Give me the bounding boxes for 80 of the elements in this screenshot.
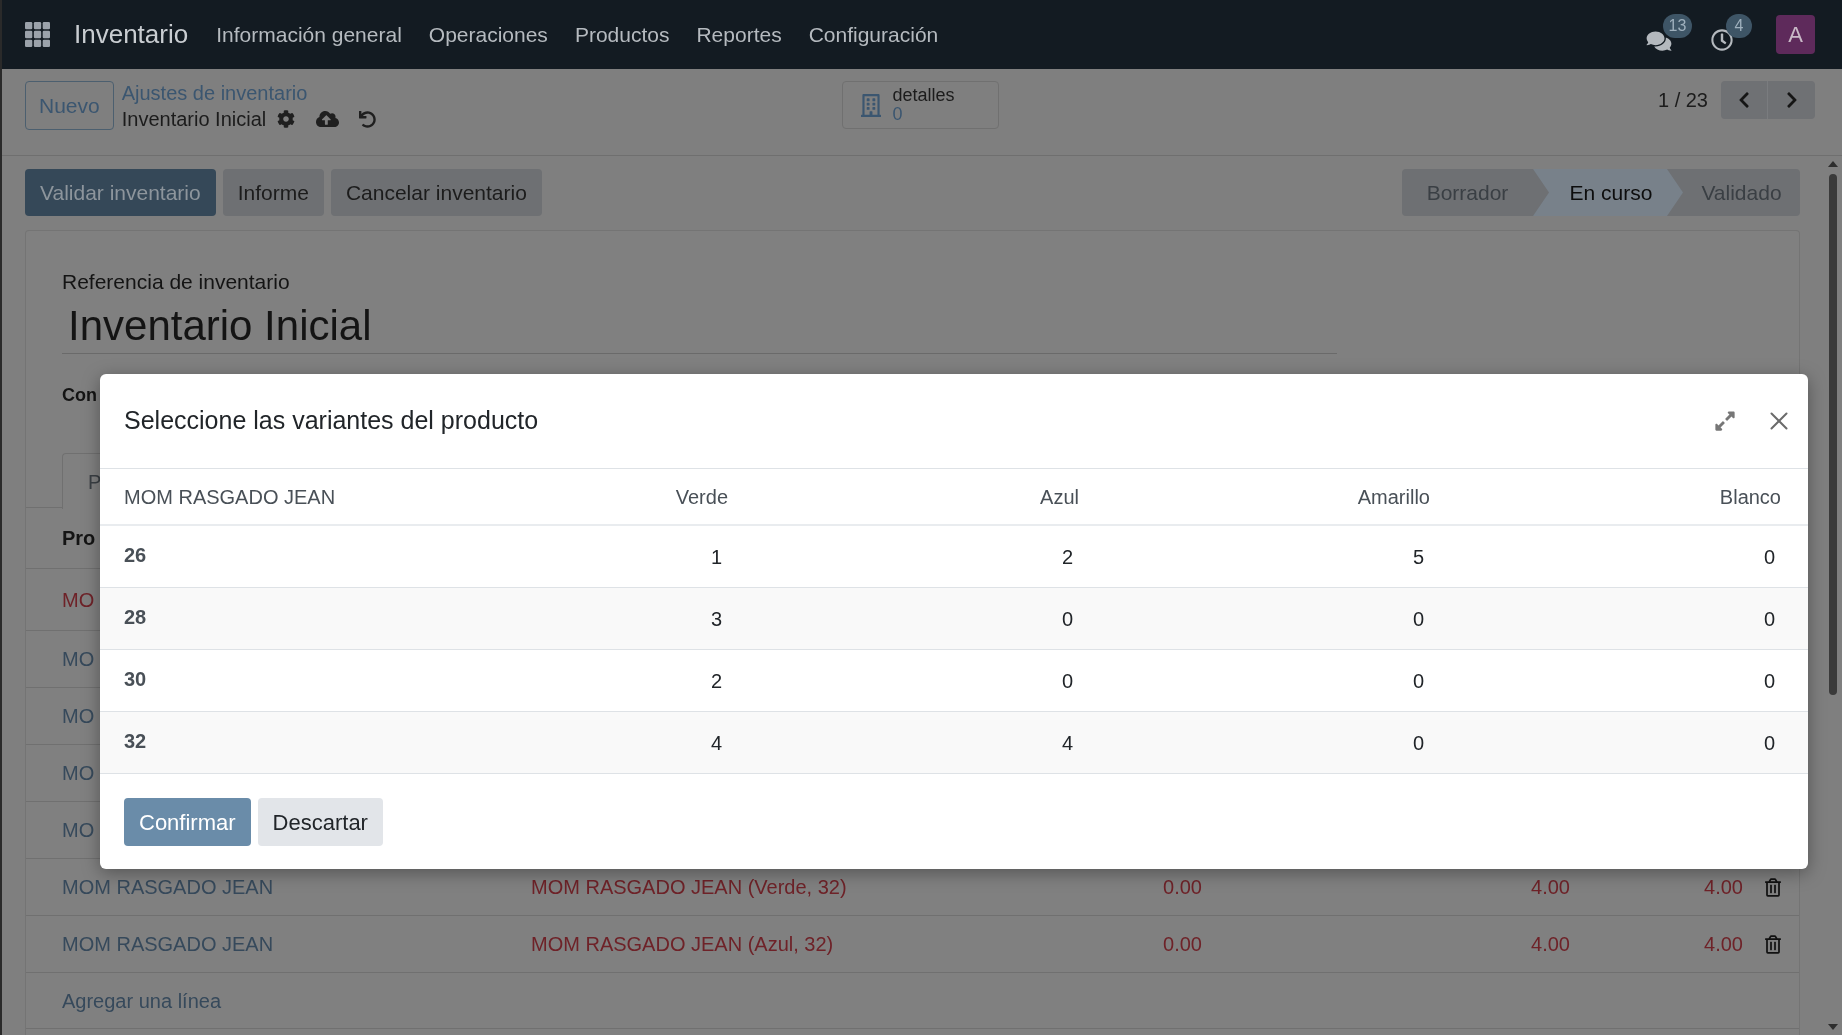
column-header: Azul [1040, 484, 1079, 510]
reference-field[interactable]: Inventario Inicial [62, 302, 1337, 354]
menu-item[interactable]: Productos [574, 18, 670, 51]
expand-icon[interactable] [1714, 410, 1736, 432]
product-cell-text: MO [62, 818, 95, 843]
quantity-field[interactable]: 0 [1079, 603, 1430, 634]
stat-value: 0 [892, 105, 903, 124]
activities-button[interactable]: 4 [1708, 13, 1754, 56]
previous-button[interactable] [1721, 81, 1768, 119]
pager-value[interactable]: 1 / 23 [1657, 85, 1708, 115]
quantity-cell-text: 4.00 [1531, 875, 1570, 900]
user-avatar[interactable]: A [1776, 15, 1815, 54]
scrollbar-thumb[interactable] [1829, 174, 1837, 695]
quantity-field[interactable]: 3 [377, 603, 728, 634]
chat-bubbles-icon [1646, 29, 1672, 52]
menu-item[interactable]: Información general [216, 18, 402, 51]
scroll-up-arrow-icon[interactable] [1828, 161, 1838, 167]
column-header: Pro [62, 526, 96, 551]
app-name[interactable]: Inventario [74, 15, 189, 54]
variant-cell-text: MOM RASGADO JEAN (Azul, 32) [531, 932, 834, 957]
product-cell-text: MOM RASGADO JEAN [62, 932, 274, 957]
product-cell-text: MO [62, 587, 95, 613]
apps-grid-icon[interactable] [25, 22, 50, 47]
cloud-upload-icon[interactable] [316, 109, 340, 129]
menu-item[interactable]: Operaciones [428, 18, 548, 51]
row-label: 28 [124, 604, 147, 630]
quantity-field[interactable]: 0 [1430, 727, 1781, 758]
next-button[interactable] [1768, 81, 1815, 119]
quantity-field[interactable]: 0 [1430, 603, 1781, 634]
stat-button[interactable]: detalles 0 [841, 81, 999, 129]
menu-item[interactable]: Configuración [808, 18, 939, 51]
quantity-field[interactable]: 1 [377, 541, 728, 572]
quantity-field[interactable]: 0 [1430, 541, 1781, 572]
quantity-field[interactable]: 0 [728, 665, 1079, 696]
clock-icon [1711, 28, 1733, 51]
quantity-field[interactable]: 0 [728, 603, 1079, 634]
product-cell-text: MOM RASGADO JEAN [62, 875, 274, 900]
status-step[interactable]: En curso [1533, 169, 1683, 216]
quantity-cell-text: 4.00 [1704, 875, 1743, 900]
building-icon [860, 91, 881, 119]
quantity-field[interactable]: 0 [1430, 665, 1781, 696]
delete-icon[interactable] [1765, 934, 1781, 954]
field-label: Referencia de inventario [62, 270, 290, 294]
column-header: Amarillo [1357, 484, 1430, 510]
message-count-badge: 13 [1663, 13, 1692, 38]
quantity-cell-text: 0.00 [1163, 932, 1202, 957]
delete-icon[interactable] [1765, 877, 1781, 897]
messages-button[interactable]: 13 [1642, 13, 1694, 56]
quantity-field[interactable]: 5 [1079, 541, 1430, 572]
dialog-title: Seleccione las variantes del producto [124, 405, 539, 437]
product-cell-text: MO [62, 761, 95, 786]
undo-icon[interactable] [359, 110, 377, 128]
quantity-field[interactable]: 4 [377, 727, 728, 758]
dialog-button[interactable]: Descartar [257, 798, 383, 846]
product-cell-text: MO [62, 647, 95, 672]
field-label: Con [62, 384, 97, 407]
quantity-cell-text: 4.00 [1704, 932, 1743, 957]
chevron-left-icon [1737, 91, 1751, 109]
quantity-cell-text: 0.00 [1163, 875, 1202, 900]
dialog-button[interactable]: Confirmar [124, 798, 251, 846]
quantity-field[interactable]: 4 [728, 727, 1079, 758]
row-label: 32 [124, 728, 147, 754]
record-title: Inventario Inicial [121, 107, 267, 132]
column-header: Verde [675, 484, 728, 510]
product-cell-text: MO [62, 704, 95, 729]
quantity-field[interactable]: 2 [377, 665, 728, 696]
quantity-cell-text: 4.00 [1531, 932, 1570, 957]
variant-cell-text: MOM RASGADO JEAN (Verde, 32) [531, 875, 847, 900]
row-label: 26 [124, 542, 147, 568]
settings-icon[interactable] [277, 110, 296, 128]
stat-label: detalles [892, 86, 955, 105]
quantity-field[interactable]: 0 [1079, 665, 1430, 696]
column-header: MOM RASGADO JEAN [124, 484, 336, 510]
column-header: Blanco [1719, 484, 1781, 510]
menu-item[interactable]: Reportes [696, 18, 782, 51]
quantity-field[interactable]: 0 [1079, 727, 1430, 758]
activity-count-badge: 4 [1726, 13, 1752, 38]
row-label: 30 [124, 666, 147, 692]
quantity-field[interactable]: 2 [728, 541, 1079, 572]
scroll-down-arrow-icon[interactable] [1828, 1024, 1838, 1030]
